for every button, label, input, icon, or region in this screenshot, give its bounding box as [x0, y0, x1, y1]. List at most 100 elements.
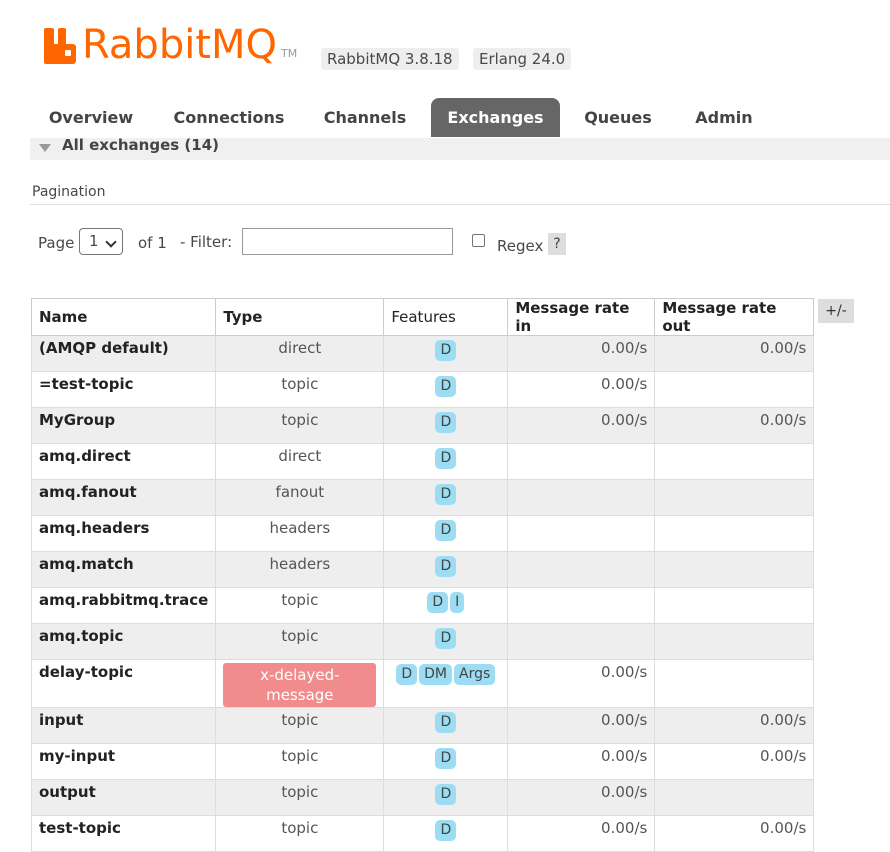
exchange-type: fanout — [215, 479, 385, 516]
message-rate-out: 0.00/s — [654, 707, 815, 744]
erlang-version-badge: Erlang 24.0 — [473, 48, 572, 70]
column-header-features: Features — [383, 298, 509, 336]
feature-badge: D — [435, 712, 457, 733]
all-exchanges-section-toggle[interactable]: All exchanges (14) — [30, 138, 890, 160]
feature-badge: DM — [419, 664, 452, 685]
features-cell: D — [383, 515, 509, 552]
tab-connections[interactable]: Connections — [162, 98, 296, 137]
exchange-type: topic — [215, 587, 385, 624]
message-rate-out — [654, 479, 815, 516]
exchange-name-link[interactable]: amq.direct — [30, 443, 217, 480]
exchange-name-link[interactable]: amq.headers — [30, 515, 217, 552]
exchange-name-link[interactable]: amq.fanout — [30, 479, 217, 516]
features-cell: D — [383, 407, 509, 444]
message-rate-in: 0.00/s — [507, 659, 656, 708]
feature-badge: D — [435, 748, 457, 769]
filter-input[interactable] — [242, 228, 453, 255]
collapse-triangle-icon — [39, 144, 51, 152]
feature-badge: I — [450, 592, 465, 613]
features-cell: D — [383, 779, 509, 816]
message-rate-in — [507, 551, 656, 588]
filter-label: - Filter: — [180, 233, 233, 251]
section-title: All exchanges (14) — [62, 136, 219, 154]
main-nav-tabs: Overview Connections Channels Exchanges … — [30, 98, 890, 139]
page-select[interactable]: 1 — [79, 228, 123, 255]
regex-label: Regex — [497, 237, 544, 255]
feature-badge: D — [435, 484, 457, 505]
table-row[interactable]: amq.direct direct D — [30, 443, 815, 480]
tab-channels[interactable]: Channels — [310, 98, 420, 137]
message-rate-out — [654, 623, 815, 660]
tab-exchanges[interactable]: Exchanges — [431, 98, 560, 137]
table-row[interactable]: input topic D 0.00/s 0.00/s — [30, 707, 815, 744]
feature-badge: D — [435, 412, 457, 433]
exchange-name-link[interactable]: output — [30, 779, 217, 816]
message-rate-in: 0.00/s — [507, 815, 656, 852]
features-cell: DI — [383, 587, 509, 624]
table-row[interactable]: amq.headers headers D — [30, 515, 815, 552]
feature-badge: D — [435, 628, 457, 649]
exchange-type: direct — [215, 335, 385, 372]
exchange-type: headers — [215, 515, 385, 552]
message-rate-in — [507, 587, 656, 624]
message-rate-out — [654, 587, 815, 624]
exchange-name-link[interactable]: =test-topic — [30, 371, 217, 408]
exchange-name-link[interactable]: amq.match — [30, 551, 217, 588]
features-cell: D — [383, 815, 509, 852]
rabbit-logo-icon — [44, 28, 78, 64]
tab-admin[interactable]: Admin — [680, 98, 768, 137]
table-row[interactable]: amq.rabbitmq.trace topic D I — [30, 587, 815, 624]
rabbitmq-logo[interactable]: RabbitMQ TM — [44, 25, 297, 65]
table-row[interactable]: (AMQP default) direct D 0.00/s 0.00/s — [30, 335, 815, 372]
tab-overview[interactable]: Overview — [30, 98, 152, 137]
header: RabbitMQ TM RabbitMQ 3.8.18 Erlang 24.0 — [0, 0, 890, 100]
exchange-type: topic — [215, 371, 385, 408]
exchange-type: direct — [215, 443, 385, 480]
exchange-name-link[interactable]: input — [30, 707, 217, 744]
table-row[interactable]: delay-topic x-delayed-message D DM Args 0.00/… — [30, 659, 815, 708]
table-row[interactable]: output topic D 0.00/s — [30, 779, 815, 816]
pagination-label: Pagination — [32, 184, 106, 200]
table-row[interactable]: amq.topic topic D — [30, 623, 815, 660]
exchange-name-link[interactable]: (AMQP default) — [30, 335, 217, 372]
column-header-rate-in[interactable]: Message rate in — [507, 298, 656, 336]
exchanges-table: Name Type Features Message rate in Messa… — [30, 298, 815, 852]
regex-checkbox[interactable] — [472, 234, 485, 247]
column-options-button[interactable]: +/- — [818, 299, 854, 323]
message-rate-in: 0.00/s — [507, 743, 656, 780]
features-cell: D — [383, 371, 509, 408]
exchange-type: topic — [215, 407, 385, 444]
features-cell: D — [383, 443, 509, 480]
column-header-rate-out[interactable]: Message rate out — [654, 298, 815, 336]
message-rate-out — [654, 515, 815, 552]
exchange-name-link[interactable]: my-input — [30, 743, 217, 780]
features-cell: D DM Args — [383, 659, 509, 708]
regex-help-button[interactable]: ? — [548, 233, 566, 255]
exchange-name-link[interactable]: amq.rabbitmq.trace — [30, 587, 217, 624]
column-header-type[interactable]: Type — [215, 298, 385, 336]
table-row[interactable]: MyGroup topic D 0.00/s 0.00/s — [30, 407, 815, 444]
exchange-name-link[interactable]: MyGroup — [30, 407, 217, 444]
exchange-name-link[interactable]: delay-topic — [30, 659, 217, 708]
table-row[interactable]: amq.match headers D — [30, 551, 815, 588]
table-row[interactable]: test-topic topic D 0.00/s 0.00/s — [30, 815, 815, 852]
exchange-name-link[interactable]: test-topic — [30, 815, 217, 852]
page-count-label: of 1 — [138, 234, 167, 252]
message-rate-in: 0.00/s — [507, 707, 656, 744]
message-rate-out — [654, 551, 815, 588]
table-row[interactable]: amq.fanout fanout D — [30, 479, 815, 516]
table-row[interactable]: my-input topic D 0.00/s 0.00/s — [30, 743, 815, 780]
tab-queues[interactable]: Queues — [573, 98, 663, 137]
message-rate-in: 0.00/s — [507, 407, 656, 444]
column-header-name[interactable]: Name — [30, 298, 217, 336]
table-row[interactable]: =test-topic topic D 0.00/s — [30, 371, 815, 408]
message-rate-in — [507, 479, 656, 516]
message-rate-out: 0.00/s — [654, 815, 815, 852]
feature-badge: D — [435, 376, 457, 397]
feature-badge: D — [427, 592, 449, 613]
exchange-name-link[interactable]: amq.topic — [30, 623, 217, 660]
feature-badge: D — [435, 556, 457, 577]
message-rate-out — [654, 659, 815, 708]
message-rate-out — [654, 371, 815, 408]
message-rate-out: 0.00/s — [654, 407, 815, 444]
